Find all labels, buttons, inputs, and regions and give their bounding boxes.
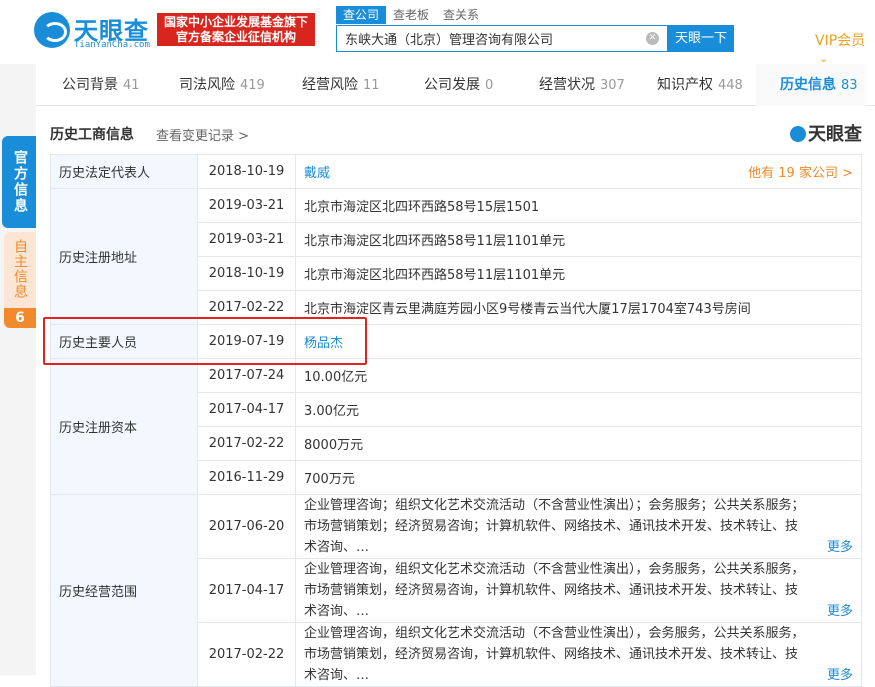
tab-label: 公司发展 xyxy=(424,77,480,93)
row-value: 北京市海淀区北四环西路58号11层1101单元 xyxy=(295,222,862,257)
left-rail: 官方信息 自主信息 6 xyxy=(0,64,36,675)
tab-count: 83 xyxy=(841,78,858,93)
row-date: 2017-02-22 xyxy=(197,290,296,325)
row-date: 2017-04-17 xyxy=(197,558,296,623)
row-value: 戴威 他有 19 家公司 > xyxy=(295,154,862,189)
tab-label: 历史信息 xyxy=(780,77,836,93)
table-row: 历史主要人员 2019-07-19 杨品杰 xyxy=(50,324,862,359)
personnel-name-link[interactable]: 杨品杰 xyxy=(304,336,343,351)
row-date: 2017-07-24 xyxy=(197,358,296,393)
tab-history[interactable]: 历史信息 83 xyxy=(756,64,866,106)
tab-count: 41 xyxy=(123,78,140,93)
row-value: 3.00亿元 xyxy=(295,392,862,427)
badge-line-2: 官方备案企业征信机构 xyxy=(175,30,296,44)
logo-eye-icon xyxy=(790,126,806,142)
top-header: 天眼查 TianYanCha.com 国家中小企业发展基金旗下 官方备案企业征信… xyxy=(0,0,875,66)
tab-count: 419 xyxy=(240,78,265,93)
badge-line-1: 国家中小企业发展基金旗下 xyxy=(163,15,308,29)
row-date: 2018-10-19 xyxy=(197,256,296,291)
tab-label: 经营风险 xyxy=(302,77,358,93)
category-tabs: 公司背景 41 司法风险 419 经营风险 11 公司发展 0 经营状况 307 知识产权… xyxy=(36,64,875,106)
tab-company-background[interactable]: 公司背景 41 xyxy=(62,64,140,106)
search-input[interactable] xyxy=(337,26,637,51)
more-link[interactable]: 更多 xyxy=(827,537,853,558)
more-companies-link[interactable]: 他有 19 家公司 > xyxy=(748,162,853,181)
table-row: 历史法定代表人 2018-10-19 戴威 他有 19 家公司 > xyxy=(50,154,862,189)
tab-operating-status[interactable]: 经营状况 307 xyxy=(539,64,625,106)
history-table: 历史法定代表人 2018-10-19 戴威 他有 19 家公司 > 历史注册地址… xyxy=(50,154,862,687)
row-value: 700万元 xyxy=(295,460,862,495)
row-label-personnel: 历史主要人员 xyxy=(50,324,198,359)
rail-self-label: 自主信息 xyxy=(12,239,28,299)
more-link[interactable]: 更多 xyxy=(827,665,853,686)
row-label-scope: 历史经营范围 xyxy=(50,494,198,687)
row-date: 2019-07-19 xyxy=(197,324,296,359)
row-label-address: 历史注册地址 xyxy=(50,188,198,325)
scope-text: 企业管理咨询，组织文化艺术交流活动（不含营业性演出），会务服务，公共关系服务，市… xyxy=(304,562,805,619)
row-value: 北京市海淀区北四环西路58号15层1501 xyxy=(295,188,862,223)
tab-count: 0 xyxy=(485,78,494,93)
row-date: 2019-03-21 xyxy=(197,222,296,257)
row-date: 2017-04-17 xyxy=(197,392,296,427)
table-row: 历史注册资本 2017-07-24 10.00亿元 xyxy=(50,358,862,495)
table-row: 历史经营范围 2017-06-20 企业管理咨询；组织文化艺术交流活动（不含营业… xyxy=(50,494,862,687)
row-date: 2016-11-29 xyxy=(197,460,296,495)
row-label-capital: 历史注册资本 xyxy=(50,358,198,495)
watermark-logo: 天眼查 xyxy=(790,120,862,146)
tab-label: 经营状况 xyxy=(539,77,595,93)
row-label-legal-rep: 历史法定代表人 xyxy=(50,154,198,189)
search-tab-company[interactable]: 查公司 xyxy=(336,6,387,24)
row-date: 2019-03-21 xyxy=(197,188,296,223)
tab-count: 307 xyxy=(600,78,625,93)
change-record-link[interactable]: 查看变更记录 > xyxy=(156,125,249,144)
row-date: 2018-10-19 xyxy=(197,154,296,189)
row-value: 8000万元 xyxy=(295,426,862,461)
tab-count: 11 xyxy=(363,78,380,93)
logo-subtext: TianYanCha.com xyxy=(74,40,150,50)
vip-label: VIP会员 xyxy=(815,33,866,49)
search-type-tabs: 查公司 查老板 查关系 xyxy=(336,6,486,24)
row-date: 2017-02-22 xyxy=(197,426,296,461)
vip-menu[interactable]: VIP会员⌄ xyxy=(815,30,875,66)
tab-label: 司法风险 xyxy=(179,77,235,93)
search-box: ✕ xyxy=(336,25,668,52)
row-date: 2017-06-20 xyxy=(197,494,296,559)
site-logo[interactable]: 天眼查 TianYanCha.com xyxy=(34,10,154,50)
row-value: 10.00亿元 xyxy=(295,358,862,393)
row-value: 企业管理咨询，组织文化艺术交流活动（不含营业性演出），会务服务，公共关系服务，市… xyxy=(295,622,862,687)
more-link[interactable]: 更多 xyxy=(827,601,853,622)
scope-text: 企业管理咨询，组织文化艺术交流活动（不含营业性演出），会务服务，公共关系服务，市… xyxy=(304,626,805,683)
row-value: 企业管理咨询；组织文化艺术交流活动（不含营业性演出）；会务服务；公共关系服务；市… xyxy=(295,494,862,559)
legal-rep-name-link[interactable]: 戴威 xyxy=(304,166,330,181)
official-badge: 国家中小企业发展基金旗下 官方备案企业征信机构 xyxy=(157,13,315,46)
search-tab-boss[interactable]: 查老板 xyxy=(386,6,436,24)
scope-text: 企业管理咨询；组织文化艺术交流活动（不含营业性演出）；会务服务；公共关系服务；市… xyxy=(304,498,805,555)
row-date: 2017-02-22 xyxy=(197,622,296,687)
row-value: 杨品杰 xyxy=(295,324,862,359)
logo-eye-icon xyxy=(34,12,70,48)
search-button[interactable]: 天眼一下 xyxy=(668,25,734,52)
tab-company-development[interactable]: 公司发展 0 xyxy=(424,64,493,106)
tab-label: 公司背景 xyxy=(62,77,118,93)
tab-count: 448 xyxy=(718,78,743,93)
rail-tab-official[interactable]: 官方信息 xyxy=(2,136,36,228)
tab-ip[interactable]: 知识产权 448 xyxy=(657,64,743,106)
section-title: 历史工商信息 xyxy=(50,127,134,143)
row-value: 北京市海淀区青云里满庭芳园小区9号楼青云当代大厦17层1704室743号房间 xyxy=(295,290,862,325)
tab-label: 知识产权 xyxy=(657,77,713,93)
search-tab-relation[interactable]: 查关系 xyxy=(436,6,486,24)
rail-tab-self[interactable]: 自主信息 6 xyxy=(4,232,36,328)
row-value: 企业管理咨询，组织文化艺术交流活动（不含营业性演出），会务服务，公共关系服务，市… xyxy=(295,558,862,623)
section-header: 历史工商信息 查看变更记录 > 天眼查 xyxy=(50,120,862,148)
clear-icon[interactable]: ✕ xyxy=(646,32,659,45)
rail-self-count-badge: 6 xyxy=(4,308,36,328)
table-row: 历史注册地址 2019-03-21 北京市海淀区北四环西路58号15层1501 xyxy=(50,188,862,325)
row-value: 北京市海淀区北四环西路58号11层1101单元 xyxy=(295,256,862,291)
watermark-text: 天眼查 xyxy=(808,124,862,145)
tab-operating-risk[interactable]: 经营风险 11 xyxy=(302,64,380,106)
tab-legal-risk[interactable]: 司法风险 419 xyxy=(179,64,265,106)
